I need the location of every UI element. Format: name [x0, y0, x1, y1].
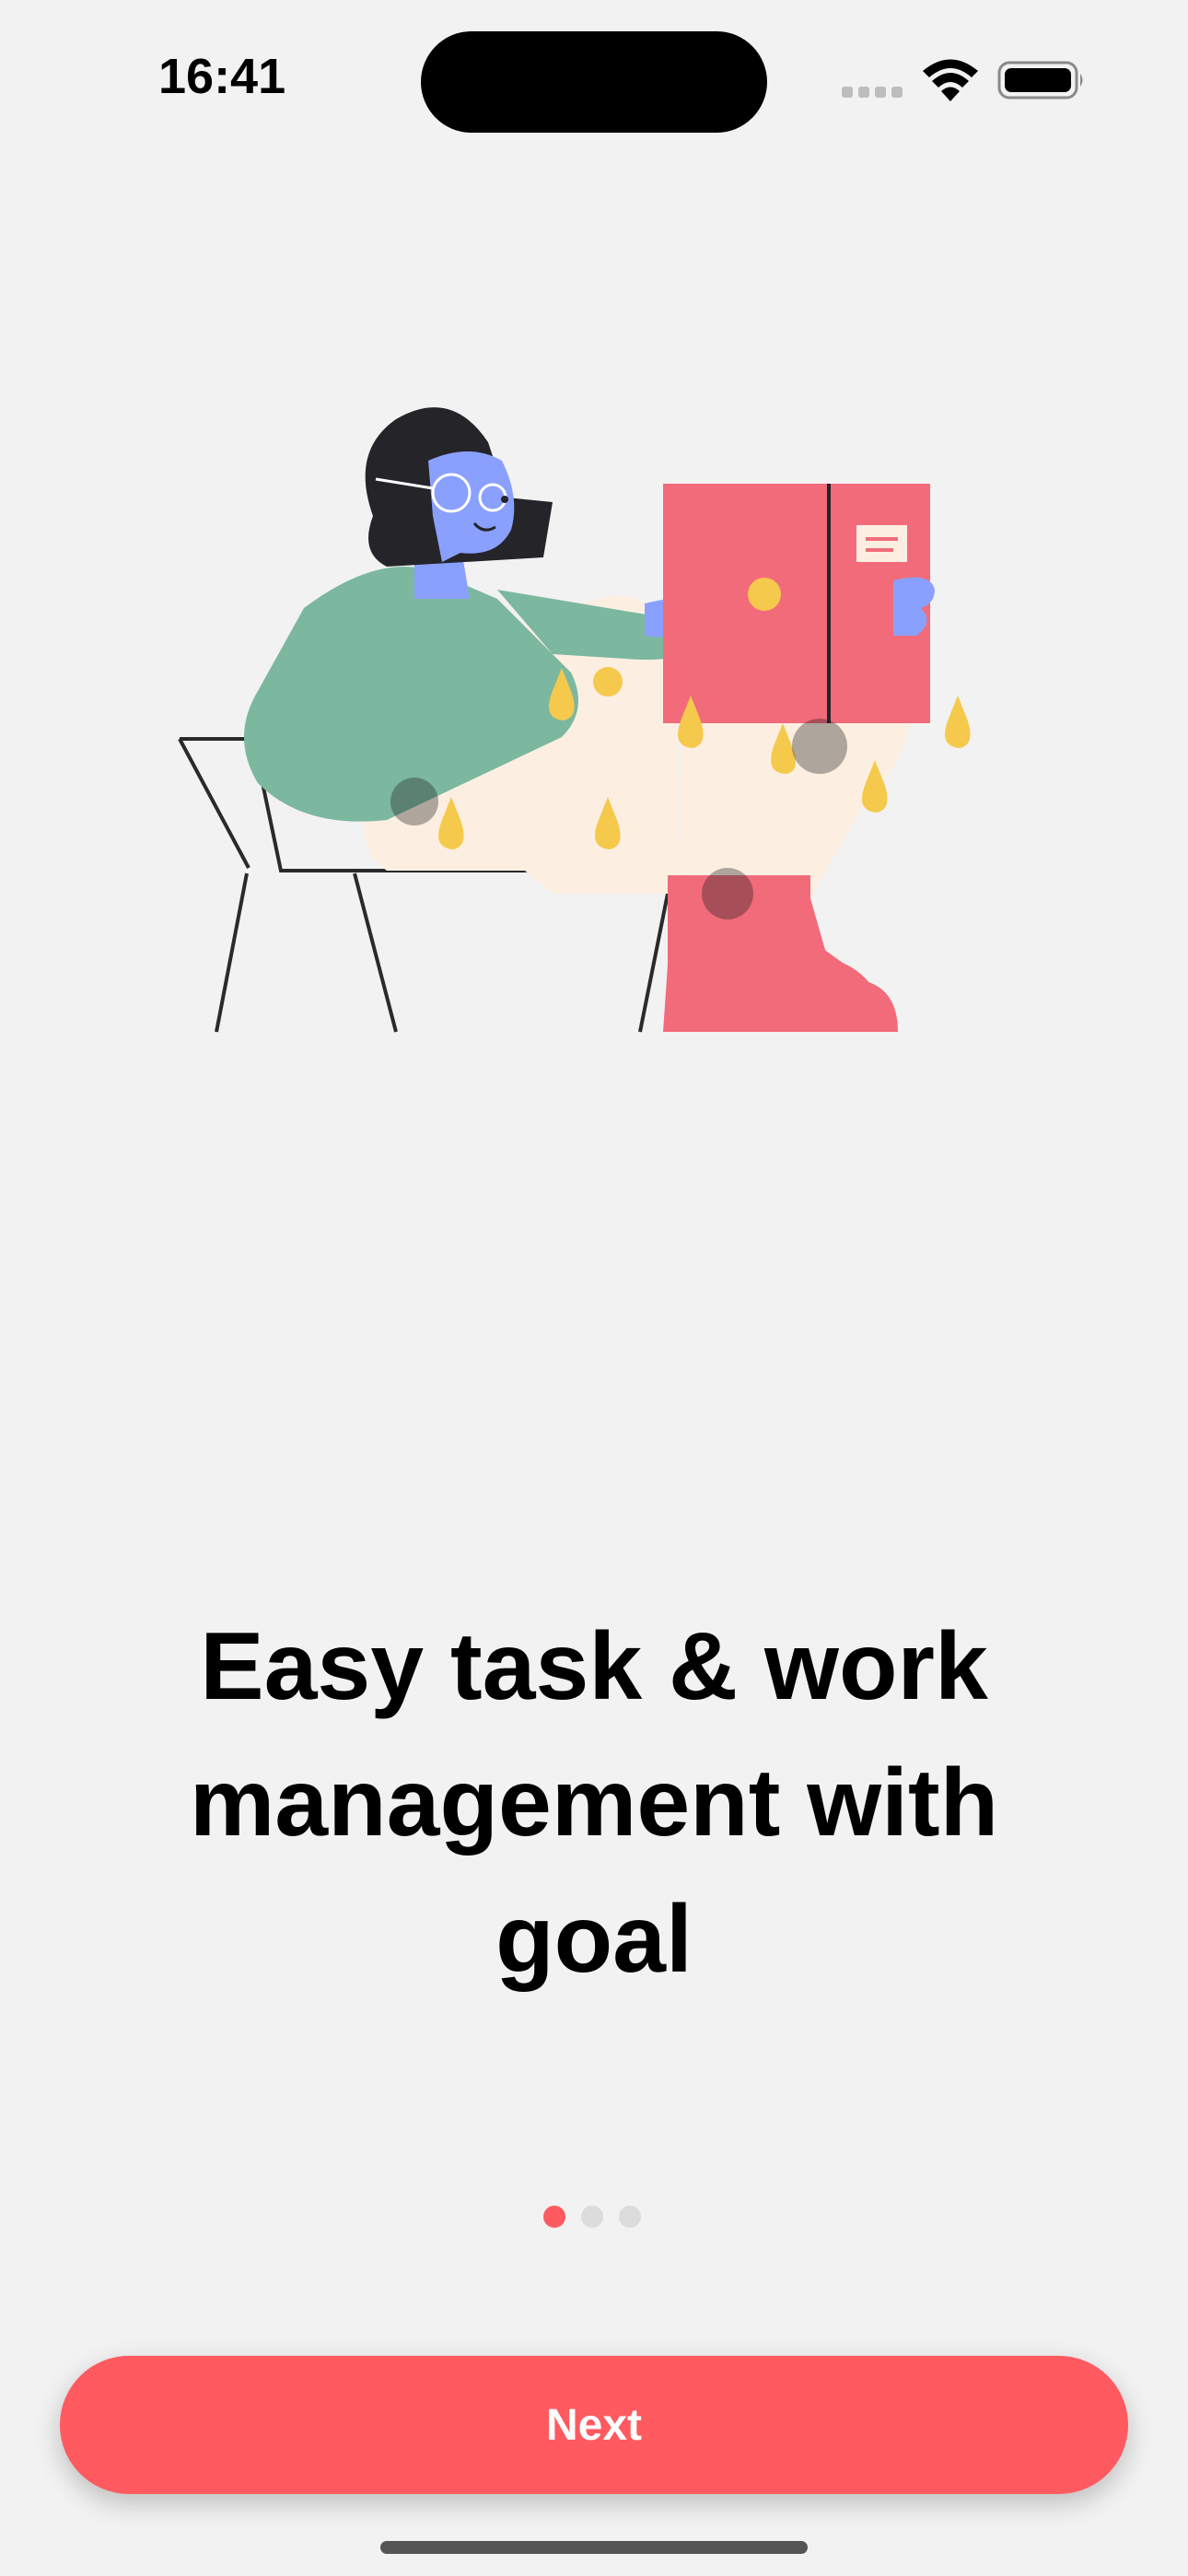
page-indicator [543, 2206, 645, 2228]
signal-icon [842, 87, 903, 98]
onboarding-screen: 16:41 Easy task & work management with g… [0, 0, 1188, 2576]
home-indicator[interactable] [380, 2541, 808, 2554]
reading-woman-illustration [178, 407, 971, 1033]
page-dot-3[interactable] [619, 2206, 641, 2228]
wifi-icon [923, 59, 978, 101]
status-time: 16:41 [158, 49, 286, 104]
dynamic-island [421, 31, 767, 133]
page-dot-2[interactable] [581, 2206, 603, 2228]
page-dot-1[interactable] [543, 2206, 565, 2228]
onboarding-title: Easy task & work management with goal [189, 1613, 999, 1993]
next-button[interactable]: Next [60, 2356, 1128, 2494]
battery-icon [997, 61, 1083, 100]
